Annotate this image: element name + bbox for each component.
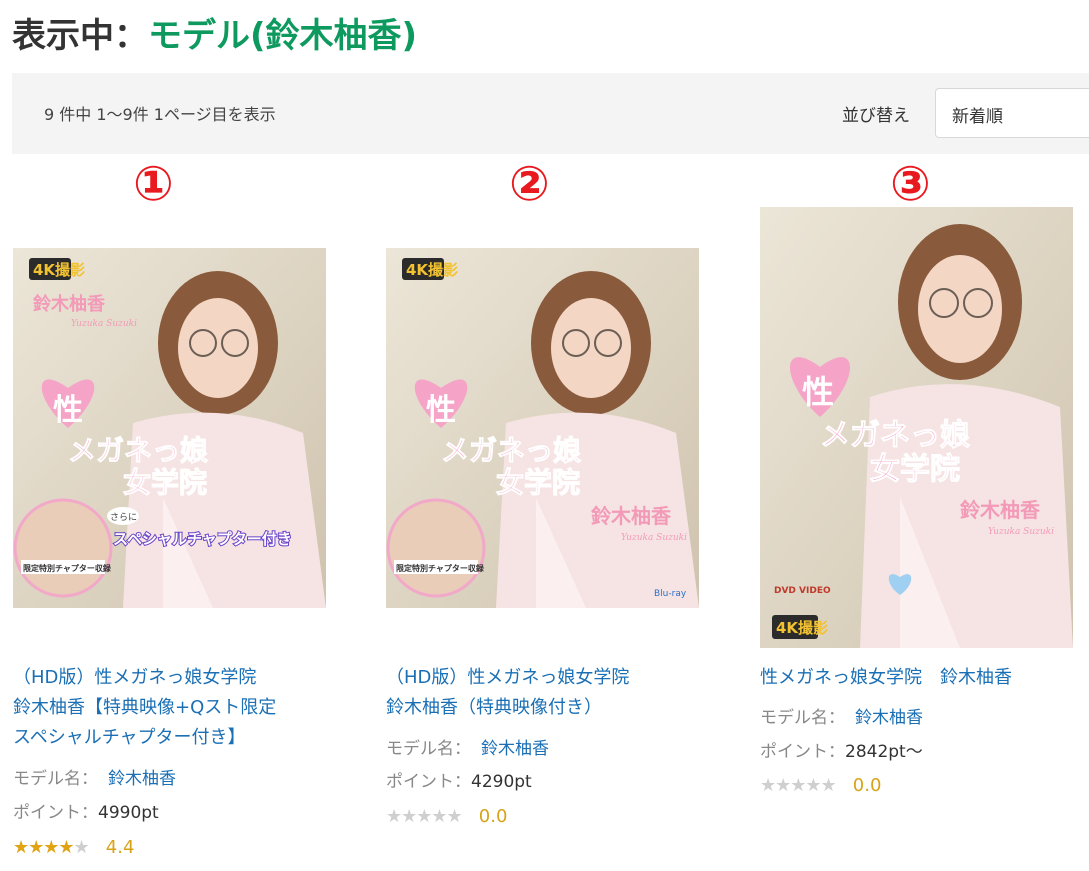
model-label: モデル名： [760, 708, 845, 728]
model-label: モデル名： [386, 739, 471, 759]
model-row-3: モデル名： 鈴木柚香 [760, 708, 923, 728]
rating-score: 4.4 [105, 837, 135, 858]
points-label: ポイント： [386, 772, 471, 792]
cover-image: 4K撮影 性 メガネっ娘 女学院 鈴木柚香 Yuzuka Suzuki 限定特別… [386, 248, 699, 608]
product-title-link-3[interactable]: 性メガネっ娘女学院 鈴木柚香 [760, 663, 1089, 693]
cover-title-line2: 女学院 [870, 452, 960, 487]
cover-inset-caption: 限定特別チャプター収録 [396, 563, 485, 573]
cover-name-en: Yuzuka Suzuki [988, 527, 1054, 537]
model-name-link[interactable]: 鈴木柚香 [481, 739, 549, 759]
product-title-link-2[interactable]: （HD版）性メガネっ娘女学院 鈴木柚香（特典映像付き） [386, 663, 706, 723]
rating-row-2: ★★★★★ 0.0 [386, 806, 507, 828]
rating-stars: ★★★★★ [386, 806, 463, 827]
cover-title-line2: 女学院 [496, 466, 580, 499]
rating-stars: ★★★★★ [760, 775, 837, 796]
rating-stars: ★★★★★ [13, 837, 90, 858]
annotation-marker-3: ③ [890, 156, 931, 212]
product-cover-1[interactable]: 4K撮影 鈴木柚香 Yuzuka Suzuki 性 メガネっ娘 女学院 限定特別… [13, 248, 326, 608]
annotation-marker-2: ② [509, 156, 550, 212]
product-title-link-1[interactable]: （HD版）性メガネっ娘女学院 鈴木柚香【特典映像+Qスト限定 スペシャルチャプタ… [13, 663, 333, 753]
rating-row-1: ★★★★★ 4.4 [13, 837, 134, 859]
rating-score: 0.0 [478, 806, 508, 827]
sort-label: 並び替え [842, 106, 910, 126]
cover-image: 性 メガネっ娘 女学院 鈴木柚香 Yuzuka Suzuki DVD VIDEO… [760, 207, 1073, 648]
product-title-line: 鈴木柚香【特典映像+Qスト限定 [13, 697, 277, 718]
model-row-2: モデル名： 鈴木柚香 [386, 739, 549, 759]
cover-title-line2: 女学院 [123, 466, 207, 499]
model-row-1: モデル名： 鈴木柚香 [13, 769, 176, 789]
cover-title-big: 性 [802, 373, 834, 411]
result-count: 9 件中 1～9件 1ページ目を表示 [44, 105, 276, 124]
cover-name-jp: 鈴木柚香 [591, 504, 672, 528]
product-title-line: 性メガネっ娘女学院 鈴木柚香 [760, 667, 1012, 688]
model-name-link[interactable]: 鈴木柚香 [855, 708, 923, 728]
page-title-model: モデル(鈴木柚香) [148, 16, 418, 56]
product-cover-2[interactable]: 4K撮影 性 メガネっ娘 女学院 鈴木柚香 Yuzuka Suzuki 限定特別… [386, 248, 699, 608]
product-cover-3[interactable]: 性 メガネっ娘 女学院 鈴木柚香 Yuzuka Suzuki DVD VIDEO… [760, 207, 1073, 648]
points-label: ポイント： [760, 742, 845, 762]
product-title-line: （HD版）性メガネっ娘女学院 [13, 667, 257, 688]
points-row-3: ポイント：2842pt～ [760, 742, 923, 762]
product-title-line: 鈴木柚香（特典映像付き） [386, 697, 602, 718]
cover-inset-caption: 限定特別チャプター収録 [23, 563, 112, 573]
cover-title-line1: メガネっ娘 [68, 434, 208, 467]
points-row-1: ポイント：4990pt [13, 803, 159, 823]
cover-disc-logo: DVD VIDEO [774, 586, 831, 596]
model-name-link[interactable]: 鈴木柚香 [108, 769, 176, 789]
rating-row-3: ★★★★★ 0.0 [760, 775, 881, 797]
annotation-marker-1: ① [133, 156, 174, 212]
cover-name-en: Yuzuka Suzuki [621, 533, 687, 543]
cover-title-big: 性 [426, 393, 456, 428]
page-title: 表示中：モデル(鈴木柚香) [12, 8, 417, 57]
points-value: 4290pt [471, 772, 532, 792]
cover-name-jp: 鈴木柚香 [960, 498, 1041, 522]
cover-disc-logo: Blu-ray [654, 589, 687, 599]
cover-bonus-small: さらに [110, 512, 137, 523]
rating-score: 0.0 [852, 775, 882, 796]
cover-title-big: 性 [53, 393, 83, 428]
cover-name-jp: 鈴木柚香 [33, 293, 106, 315]
page-title-prefix: 表示中： [12, 16, 148, 56]
cover-badge: 4K撮影 [33, 261, 85, 279]
points-value: 2842pt～ [845, 742, 923, 762]
cover-title-line1: メガネっ娘 [820, 418, 970, 453]
model-label: モデル名： [13, 769, 98, 789]
points-label: ポイント： [13, 803, 98, 823]
sort-select[interactable]: 新着順 [935, 88, 1089, 138]
results-toolbar: 9 件中 1～9件 1ページ目を表示 並び替え 新着順 [12, 73, 1089, 154]
cover-badge: 4K撮影 [406, 261, 458, 279]
product-title-line: スペシャルチャプター付き】 [13, 727, 246, 748]
cover-title-line1: メガネっ娘 [441, 434, 581, 467]
product-title-line: （HD版）性メガネっ娘女学院 [386, 667, 630, 688]
cover-name-en: Yuzuka Suzuki [71, 319, 137, 329]
points-value: 4990pt [98, 803, 159, 823]
cover-bonus-text: スペシャルチャプター付き [113, 530, 292, 548]
cover-image: 4K撮影 鈴木柚香 Yuzuka Suzuki 性 メガネっ娘 女学院 限定特別… [13, 248, 326, 608]
cover-badge: 4K撮影 [776, 619, 828, 637]
points-row-2: ポイント：4290pt [386, 772, 532, 792]
